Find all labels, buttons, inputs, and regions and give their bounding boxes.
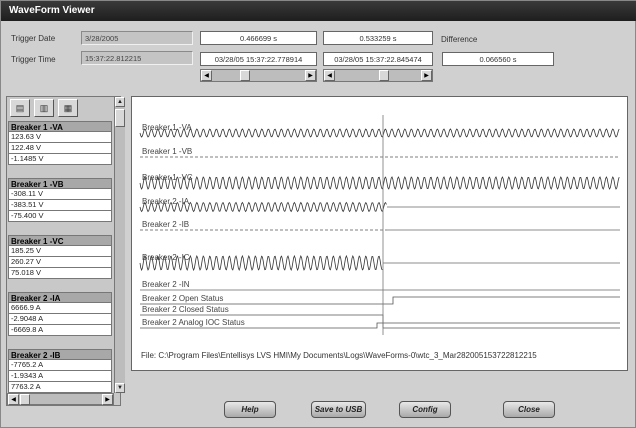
cursor2-slider-thumb[interactable] [379, 70, 389, 81]
scroll-down-arrow-icon[interactable]: ▼ [115, 383, 125, 393]
channel-value: 260.27 V [8, 257, 112, 268]
channel-group-title[interactable]: Breaker 2 -IA [8, 292, 112, 303]
channel-value: -1.1485 V [8, 154, 112, 165]
settings-icon[interactable]: ▥ [34, 99, 54, 117]
scroll-left-arrow-icon[interactable]: ◀ [8, 394, 19, 405]
waveform-trace [139, 128, 620, 138]
channel-value: 6666.9 A [8, 303, 112, 314]
waveform-trace [139, 176, 620, 190]
panel-hscroll-thumb[interactable] [20, 394, 30, 405]
channel-value: -2.9048 A [8, 314, 112, 325]
channel-group: Breaker 2 -IB -7765.2 A -1.9343 A 7763.2 A [8, 349, 112, 393]
channel-value: -6669.8 A [8, 325, 112, 336]
window-title: WaveForm Viewer [1, 1, 636, 21]
channel-value: 123.63 V [8, 132, 112, 143]
channel-label: Breaker 1 -VB [142, 147, 192, 156]
channel-value-panel: ▤ ▥ ▦ Breaker 1 -VA 123.63 V 122.48 V -1.14… [6, 96, 125, 406]
trigger-time-label: Trigger Time [11, 55, 56, 64]
channel-group: Breaker 2 -IA 6666.9 A -2.9048 A -6669.8 A [8, 292, 112, 336]
scroll-left-arrow-icon[interactable]: ◀ [324, 70, 335, 81]
close-button[interactable]: Close [503, 401, 555, 418]
cursor2-offset: 0.533259 s [323, 31, 433, 45]
panel-scroll-thumb[interactable] [115, 109, 125, 127]
cursor2-time: 03/28/05 15:37:22.845474 [323, 52, 433, 66]
channel-value: -75.400 V [8, 211, 112, 222]
channel-group-title[interactable]: Breaker 2 -IB [8, 349, 112, 360]
channel-group-title[interactable]: Breaker 1 -VC [8, 235, 112, 246]
scroll-right-arrow-icon[interactable]: ▶ [305, 70, 316, 81]
config-button[interactable]: Config [399, 401, 451, 418]
channel-label: Breaker 2 Closed Status [142, 305, 229, 314]
channel-label: Breaker 2 Analog IOC Status [142, 318, 245, 327]
channel-label: Breaker 2 -IN [142, 280, 190, 289]
channel-label: Breaker 2 -IC [142, 253, 190, 262]
panel-vertical-scrollbar[interactable]: ▲ ▼ [114, 97, 125, 393]
scroll-up-arrow-icon[interactable]: ▲ [115, 97, 125, 107]
cursor1-slider[interactable]: ◀ ▶ [200, 69, 317, 82]
scroll-right-arrow-icon[interactable]: ▶ [102, 394, 113, 405]
channel-group-title[interactable]: Breaker 1 -VB [8, 178, 112, 189]
channel-group: Breaker 1 -VC 185.25 V 260.27 V 75.018 V [8, 235, 112, 279]
difference-label: Difference [441, 35, 478, 44]
channel-label: Breaker 1 -VA [142, 123, 192, 132]
channel-group-title[interactable]: Breaker 1 -VA [8, 121, 112, 132]
trigger-date-label: Trigger Date [11, 34, 56, 43]
copy-icon[interactable]: ▦ [58, 99, 78, 117]
file-path: File: C:\Program Files\Entellisys LVS HM… [141, 351, 537, 360]
channel-value: -383.51 V [8, 200, 112, 211]
help-button[interactable]: Help [224, 401, 276, 418]
channel-value: -7765.2 A [8, 360, 112, 371]
save-to-usb-button[interactable]: Save to USB [311, 401, 366, 418]
difference-value: 0.066560 s [442, 52, 554, 66]
select-channel-icon[interactable]: ▤ [10, 99, 30, 117]
scroll-right-arrow-icon[interactable]: ▶ [421, 70, 432, 81]
waveform-plot[interactable]: Breaker 1 -VA Breaker 1 -VB Breaker 1 -VC B… [131, 96, 628, 371]
scroll-left-arrow-icon[interactable]: ◀ [201, 70, 212, 81]
cursor1-time: 03/28/05 15:37:22.778914 [200, 52, 317, 66]
channel-value: 75.018 V [8, 268, 112, 279]
waveform-viewer-window: WaveForm Viewer Trigger Date 3/28/2005 T… [0, 0, 636, 428]
channel-value: -308.11 V [8, 189, 112, 200]
cursor2-slider[interactable]: ◀ ▶ [323, 69, 433, 82]
channel-value: -1.9343 A [8, 371, 112, 382]
channel-value: 7763.2 A [8, 382, 112, 393]
cursor1-slider-thumb[interactable] [240, 70, 250, 81]
channel-group: Breaker 1 -VA 123.63 V 122.48 V -1.1485 V [8, 121, 112, 165]
channel-label: Breaker 2 Open Status [142, 294, 223, 303]
channel-value: 185.25 V [8, 246, 112, 257]
channel-group: Breaker 1 -VB -308.11 V -383.51 V -75.400 V [8, 178, 112, 222]
channel-label: Breaker 2 -IB [142, 220, 189, 229]
trigger-date-field: 3/28/2005 [81, 31, 193, 45]
cursor1-offset: 0.466699 s [200, 31, 317, 45]
channel-value: 122.48 V [8, 143, 112, 154]
panel-horizontal-scrollbar[interactable]: ◀ ▶ [7, 393, 114, 405]
channel-label: Breaker 1 -VC [142, 173, 193, 182]
trigger-time-field: 15:37:22.812215 [81, 51, 193, 65]
channel-label: Breaker 2 -IA [142, 197, 190, 206]
